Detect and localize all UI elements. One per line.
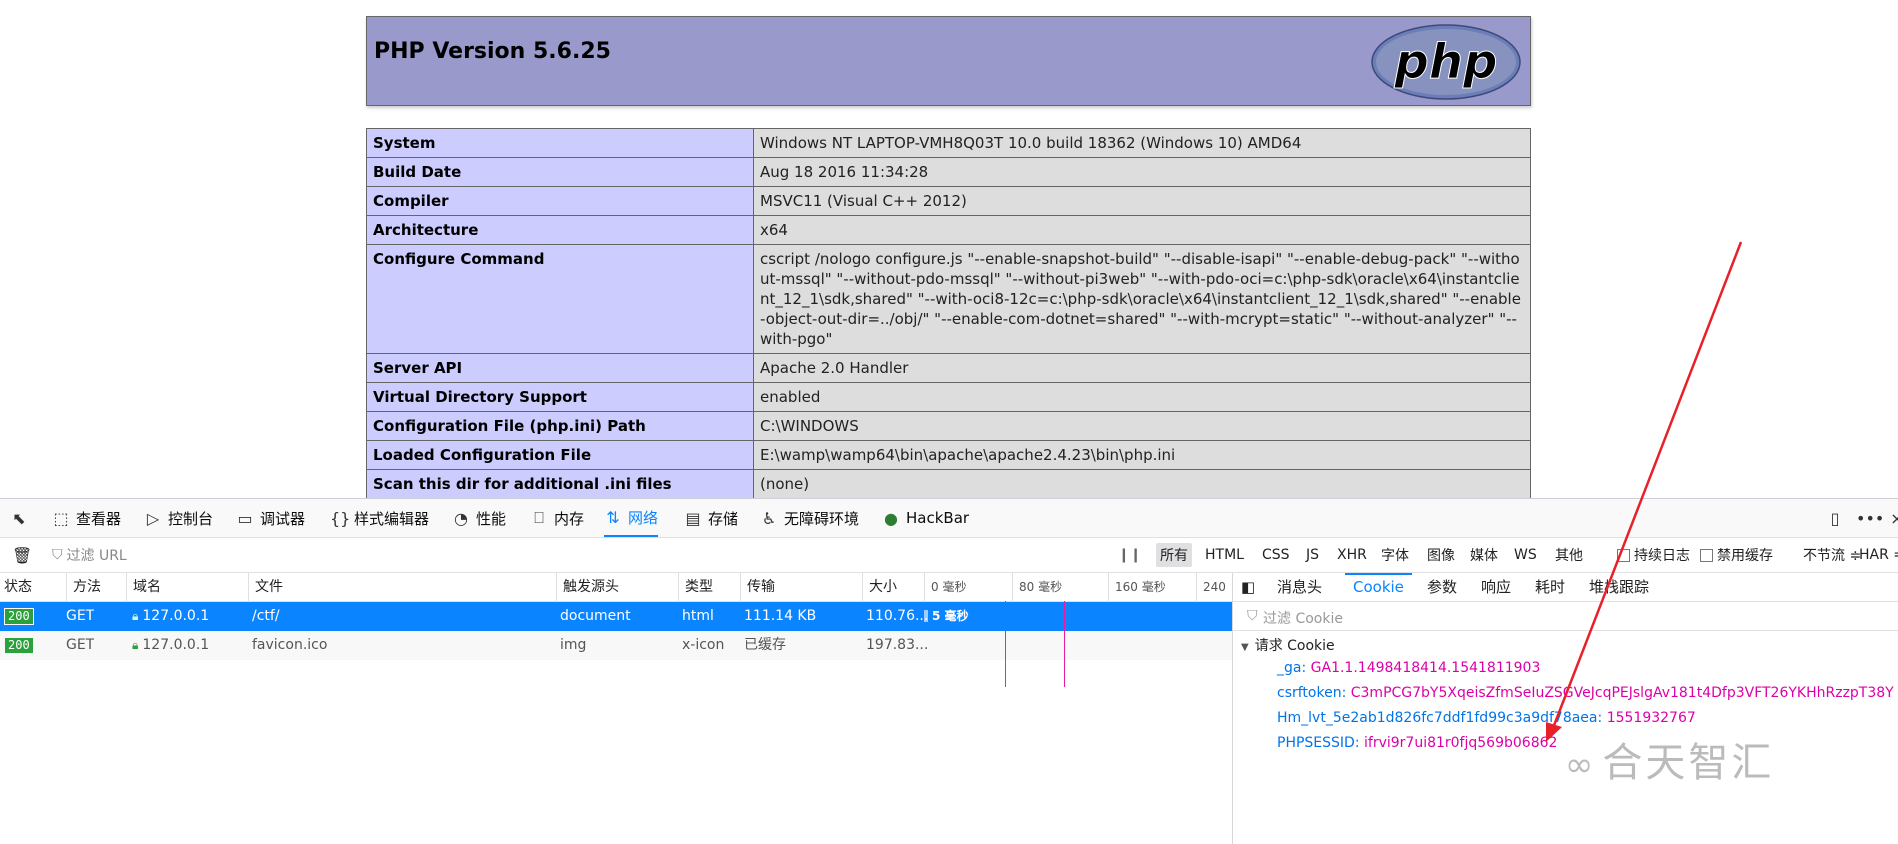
watermark: ∞ 合天智汇 bbox=[1565, 740, 1775, 786]
annotation-arrow bbox=[1546, 241, 1743, 742]
wechat-icon: ∞ bbox=[1565, 745, 1597, 785]
